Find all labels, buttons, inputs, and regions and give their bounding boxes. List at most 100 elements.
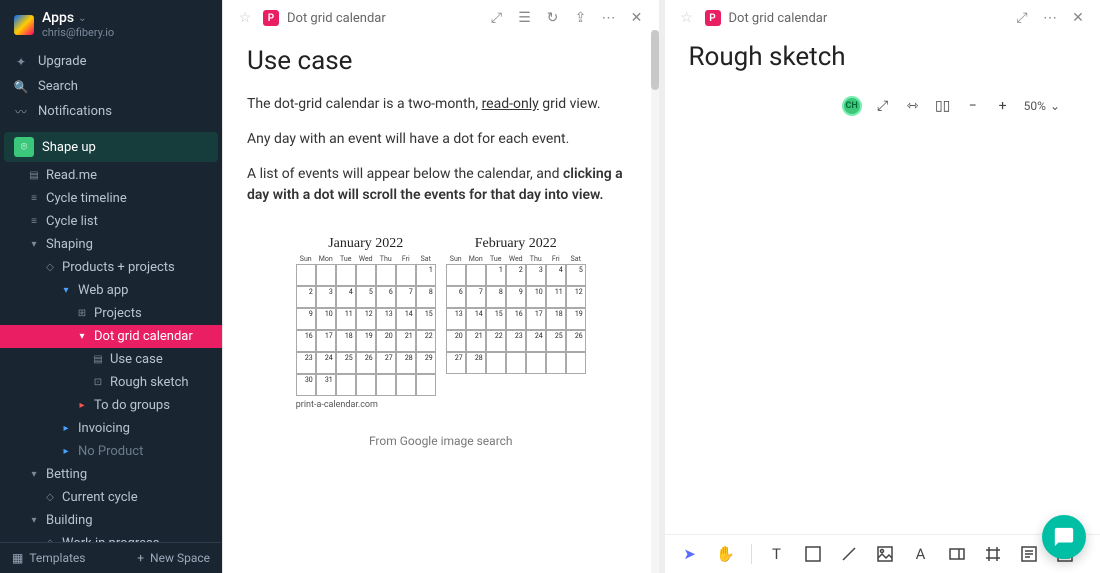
cal-source: print-a-calendar.com [296, 400, 436, 410]
star-icon[interactable]: ☆ [235, 8, 255, 28]
tree-item[interactable]: ≡ Cycle list [0, 210, 222, 233]
board-icon: ⊡ [92, 377, 104, 388]
text: The dot-grid calendar is a two-month, [247, 96, 482, 112]
paragraph-3: A list of events will appear below the c… [247, 164, 635, 206]
breadcrumb[interactable]: Dot grid calendar [287, 11, 386, 26]
intercom-launcher[interactable] [1042, 515, 1086, 559]
expand-icon[interactable]: ⤢ [874, 97, 892, 115]
text: A list of events will appear below the c… [247, 166, 563, 182]
space-icon: ⌾ [14, 137, 34, 157]
chevron-down-icon: ⌄ [78, 13, 86, 24]
grid-icon: ⊞ [76, 308, 88, 319]
marker-blue-icon: ▾ [60, 285, 72, 296]
tree-item[interactable]: ▾Building [0, 509, 222, 532]
hand-tool-icon[interactable]: ✋ [715, 543, 737, 565]
nav-label: Notifications [38, 104, 112, 119]
tree-item-label: No Product [78, 444, 143, 459]
entity-type-icon: P [705, 10, 721, 26]
calendar-preview: January 2022 SunMonTueWedThuFriSat 12345… [247, 236, 635, 410]
history-icon[interactable]: ↻ [543, 8, 563, 28]
tree-item[interactable]: ▸To do groups [0, 394, 222, 417]
note-tool-icon[interactable] [1018, 543, 1040, 565]
caret-icon: ▾ [28, 239, 40, 250]
workspace-switcher[interactable]: Apps ⌄ chris@fibery.io [0, 0, 222, 47]
rectangle-tool-icon[interactable] [802, 543, 824, 565]
caret-icon: ▾ [28, 469, 40, 480]
app-logo-icon [14, 15, 34, 35]
tree-item[interactable]: ◇Work in progress [0, 532, 222, 542]
tree-item-label: Dot grid calendar [94, 329, 193, 344]
cal-month-2: February 2022 [446, 236, 586, 252]
tree-item-label: Products + projects [62, 260, 175, 275]
pulse-icon: 〰 [14, 105, 28, 119]
line-tool-icon[interactable] [838, 543, 860, 565]
footer-label: New Space [150, 551, 210, 565]
zoom-level[interactable]: 50% ⌄ [1024, 99, 1060, 113]
whiteboard-bottom-toolbar: ➤ ✋ T A [665, 534, 1100, 573]
tree-item[interactable]: ▾ Shaping [0, 233, 222, 256]
nav-search[interactable]: 🔍 Search [0, 74, 222, 99]
tree-item-label: Current cycle [62, 490, 138, 505]
text-a-tool-icon[interactable]: A [910, 543, 932, 565]
tree-item[interactable]: ⊞ Projects [0, 302, 222, 325]
tri-red-icon: ▸ [76, 400, 88, 411]
nav-upgrade[interactable]: ✦ Upgrade [0, 49, 222, 74]
expand-icon[interactable]: ⤢ [1012, 8, 1032, 28]
image-caption: From Google image search [247, 434, 635, 448]
star-icon[interactable]: ☆ [677, 8, 697, 28]
cal-month-1: January 2022 [296, 236, 436, 252]
close-icon[interactable]: ✕ [1068, 8, 1088, 28]
pointer-tool-icon[interactable]: ➤ [679, 543, 701, 565]
space-header[interactable]: ⌾ Shape up [4, 132, 218, 162]
tree-item[interactable]: ▾ Web app [0, 279, 222, 302]
zoom-in-icon[interactable]: + [994, 97, 1012, 115]
tree-item[interactable]: ▾Betting [0, 463, 222, 486]
zoom-value: 50% [1024, 99, 1046, 113]
doc-icon: ▤ [92, 354, 104, 365]
chevron-down-icon: ⌄ [1050, 99, 1060, 113]
more-icon[interactable]: ⋯ [599, 8, 619, 28]
tree-item[interactable]: ▸ No Product [0, 440, 222, 463]
presence-avatar[interactable]: CH [842, 96, 862, 116]
tree-item[interactable]: ▾Dot grid calendar [0, 325, 222, 348]
nav-label: Upgrade [38, 54, 86, 69]
tree-item-label: Shaping [46, 237, 93, 252]
breadcrumb[interactable]: Dot grid calendar [729, 11, 828, 26]
share-icon[interactable]: ⇪ [571, 8, 591, 28]
bars-icon: ≡ [28, 216, 40, 227]
page-title: Use case [247, 46, 635, 76]
panel-header: ☆ P Dot grid calendar ⤢ ☰ ↻ ⇪ ⋯ ✕ [223, 0, 659, 36]
list-icon[interactable]: ☰ [515, 8, 535, 28]
tree-item[interactable]: ▤Read.me [0, 164, 222, 187]
tree-item[interactable]: ▸Invoicing [0, 417, 222, 440]
tree-item-label: Web app [78, 283, 128, 298]
zoom-out-icon[interactable]: − [964, 97, 982, 115]
image-tool-icon[interactable] [874, 543, 896, 565]
search-icon: 🔍 [14, 80, 28, 94]
close-icon[interactable]: ✕ [627, 8, 647, 28]
tree-item[interactable]: ⊡Rough sketch [0, 371, 222, 394]
tree-item[interactable]: ≡Cycle timeline [0, 187, 222, 210]
scrollbar[interactable] [651, 30, 659, 573]
new-space-button[interactable]: + New Space [137, 551, 210, 565]
expand-icon[interactable]: ⤢ [487, 8, 507, 28]
nav-notifications[interactable]: 〰 Notifications [0, 99, 222, 124]
tree-item[interactable]: ▤ Use case [0, 348, 222, 371]
more-icon[interactable]: ⋯ [1040, 8, 1060, 28]
tree-item-label: Projects [94, 306, 142, 321]
text-tool-icon[interactable]: T [766, 543, 788, 565]
tree-item-label: Building [46, 513, 93, 528]
card-tool-icon[interactable] [946, 543, 968, 565]
tree-item[interactable]: ◇Current cycle [0, 486, 222, 509]
tree-item[interactable]: ◇Products + projects [0, 256, 222, 279]
tri-blue-icon: ▸ [60, 446, 72, 457]
templates-button[interactable]: ▦ Templates [12, 551, 85, 565]
footer-label: Templates [29, 551, 85, 565]
frame-tool-icon[interactable] [982, 543, 1004, 565]
map-icon[interactable]: ▯▯ [934, 97, 952, 115]
tree-item-label: Use case [110, 352, 163, 367]
fit-width-icon[interactable]: ⇿ [904, 97, 922, 115]
tree-item-label: Cycle list [46, 214, 98, 229]
paragraph-2: Any day with an event will have a dot fo… [247, 129, 635, 150]
page-title: Rough sketch [689, 42, 1077, 72]
